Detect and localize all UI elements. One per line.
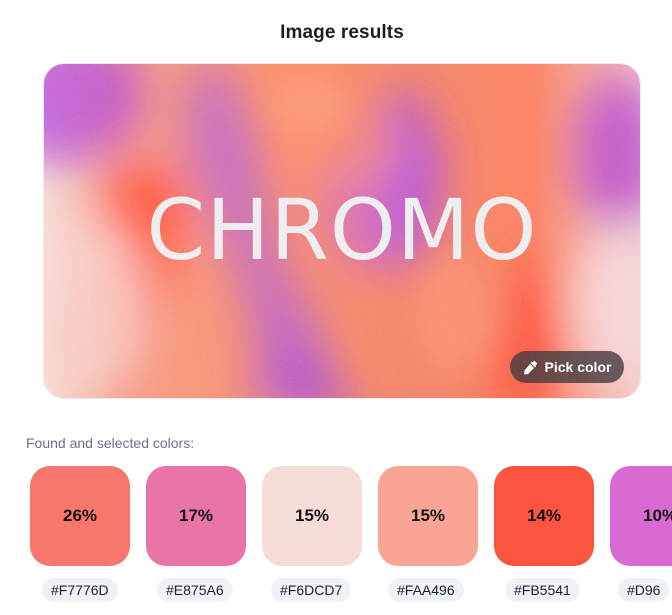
- color-hex-chip[interactable]: #FB5541: [505, 578, 580, 602]
- colors-section-label: Found and selected colors:: [26, 435, 195, 451]
- color-swatch[interactable]: 14%: [494, 466, 594, 566]
- color-swatch[interactable]: 17%: [146, 466, 246, 566]
- swatch-percent: 14%: [526, 506, 562, 525]
- color-swatch[interactable]: 26%: [30, 466, 130, 566]
- swatch-percent: 15%: [294, 506, 330, 525]
- swatch-percent: 17%: [178, 506, 214, 525]
- pick-color-button[interactable]: Pick color: [510, 351, 624, 383]
- swatch-percent: 10%: [642, 506, 672, 525]
- pick-color-label: Pick color: [544, 359, 612, 375]
- result-image[interactable]: CHROMO Pick color: [44, 64, 640, 398]
- color-hex-chip[interactable]: #E875A6: [157, 578, 233, 602]
- image-results-page: Image results CHROMO Pick color Found an…: [0, 0, 672, 615]
- color-hex-chip[interactable]: #FAA496: [388, 578, 464, 602]
- page-title: Image results: [280, 22, 404, 43]
- swatch-percent: 15%: [410, 506, 446, 525]
- eyedropper-icon: [523, 359, 539, 375]
- color-swatch[interactable]: 15%: [262, 466, 362, 566]
- color-swatch[interactable]: 15%: [378, 466, 478, 566]
- color-swatch[interactable]: 10%: [610, 466, 672, 566]
- color-hex-chip[interactable]: #D96: [618, 578, 670, 602]
- overlay-text: CHROMO: [146, 181, 538, 279]
- color-hex-chip[interactable]: #F6DCD7: [271, 578, 352, 602]
- color-hex-chip[interactable]: #F7776D: [42, 578, 118, 602]
- swatch-percent: 26%: [62, 506, 98, 525]
